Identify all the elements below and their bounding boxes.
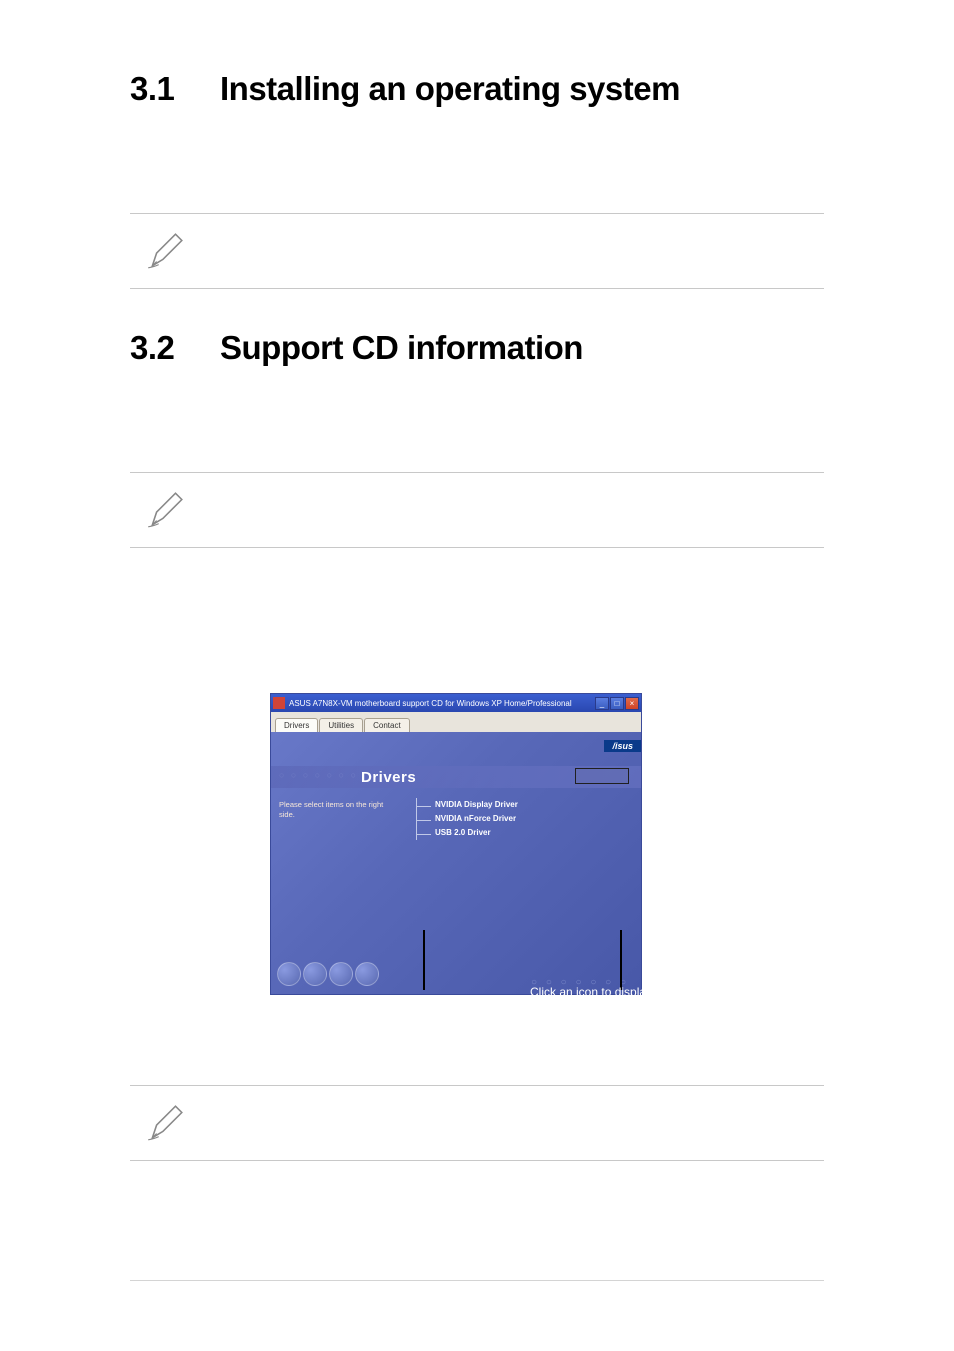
maximize-button[interactable]: □ (610, 697, 624, 710)
subsection-3-2-1-heading: 3.2.1 Running the support CD (130, 588, 824, 609)
round-icon[interactable] (329, 962, 353, 986)
panel-header-text: Drivers (361, 769, 416, 786)
note-2-text: The contents of the support CD are subje… (210, 490, 824, 529)
note-box-2: The contents of the support CD are subje… (130, 472, 824, 548)
tab-contact[interactable]: Contact (364, 718, 410, 732)
window-title-text: ASUS A7N8X-VM motherboard support CD for… (289, 699, 595, 708)
note-3-text: If Autorun is NOT enabled in your comput… (210, 1104, 824, 1143)
callout-label-right: Click an icon to display more informatio… (530, 985, 730, 1013)
subsection-3-2-1-body: To begin using the support CD, simply in… (130, 624, 824, 669)
section-3-1-heading: 3.1Installing an operating system (130, 70, 824, 108)
app-icon (273, 697, 285, 709)
note-pencil-icon (140, 226, 190, 276)
tab-utilities[interactable]: Utilities (319, 718, 363, 732)
note-box-3: If Autorun is NOT enabled in your comput… (130, 1085, 824, 1161)
note-box-1: Because motherboard settings and hardwar… (130, 213, 824, 289)
driver-item[interactable]: USB 2.0 Driver (417, 826, 518, 840)
window-controls: _ □ × (595, 697, 639, 710)
section-number: 3.1 (130, 70, 220, 108)
section-title: Installing an operating system (220, 70, 680, 107)
section-3-2-heading: 3.2Support CD information (130, 329, 824, 367)
tab-bar: Drivers Utilities Contact (271, 712, 641, 732)
page-footer: ASUS A7N8X-VM/400 3-1 (130, 1288, 824, 1303)
driver-item[interactable]: NVIDIA Display Driver (417, 798, 518, 812)
callout-line-right (620, 930, 622, 990)
tab-drivers[interactable]: Drivers (275, 718, 318, 732)
section-number: 3.2 (130, 329, 220, 367)
support-cd-screenshot: ASUS A7N8X-VM motherboard support CD for… (270, 693, 642, 995)
footer-rule (130, 1280, 824, 1281)
bottom-icon-row (277, 962, 379, 986)
content-area: /isus ○ ○ ○ ○ ○ ○ ○ Drivers Please selec… (271, 732, 641, 994)
section-title: Support CD information (220, 329, 583, 366)
footer-left: ASUS A7N8X-VM/400 (130, 1288, 259, 1303)
section-3-2-body: The support CD that came with the mother… (130, 407, 824, 452)
close-button[interactable]: × (625, 697, 639, 710)
callout-line-left (423, 930, 425, 990)
side-instruction-text: Please select items on the right side. (279, 800, 399, 820)
icon-highlight-box (575, 768, 629, 784)
driver-item[interactable]: NVIDIA nForce Driver (417, 812, 518, 826)
round-icon[interactable] (355, 962, 379, 986)
note-1-text: Because motherboard settings and hardwar… (210, 231, 824, 270)
round-icon[interactable] (303, 962, 327, 986)
brand-logo: /isus (604, 740, 641, 752)
minimize-button[interactable]: _ (595, 697, 609, 710)
note-pencil-icon (140, 1098, 190, 1148)
note-pencil-icon (140, 485, 190, 535)
footer-right: 3-1 (805, 1288, 824, 1303)
app-window: ASUS A7N8X-VM motherboard support CD for… (270, 693, 642, 995)
round-icon[interactable] (277, 962, 301, 986)
section-3-1-body: This motherboard supports Windows® 2000/… (130, 148, 824, 193)
callout-label-left: Click an item to install (340, 995, 456, 1009)
window-title-bar: ASUS A7N8X-VM motherboard support CD for… (271, 694, 641, 712)
driver-list: NVIDIA Display Driver NVIDIA nForce Driv… (416, 798, 518, 840)
